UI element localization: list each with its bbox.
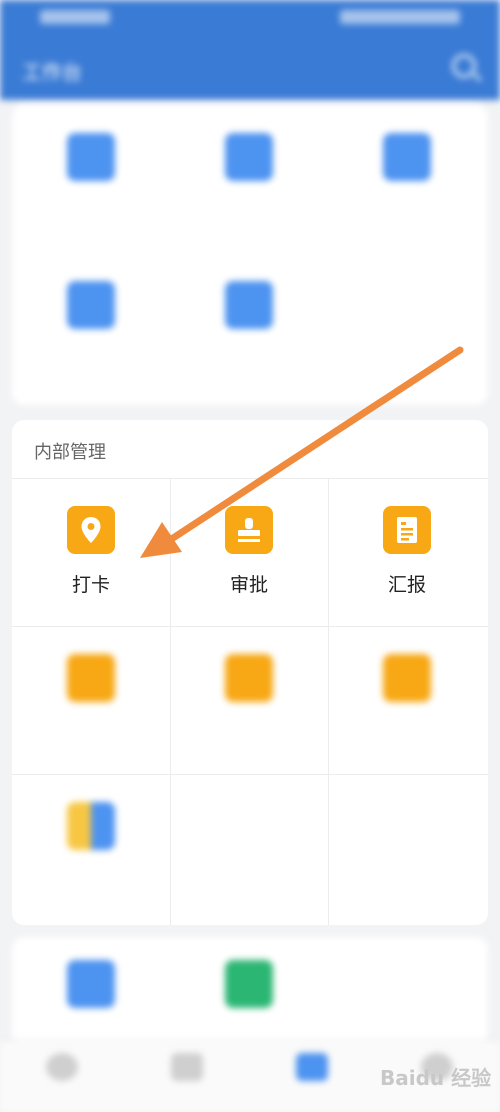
app-label: 打卡 — [71, 574, 110, 596]
app-tile[interactable] — [12, 626, 170, 774]
nav-item-contacts[interactable] — [125, 1041, 250, 1112]
report-document-icon-glyph — [397, 517, 417, 543]
document-icon — [67, 960, 115, 1008]
search-icon[interactable] — [452, 54, 476, 78]
info-icon — [225, 960, 273, 1008]
app-tile[interactable] — [328, 626, 486, 774]
app-tile[interactable] — [328, 105, 486, 253]
nav-item-workbench[interactable] — [250, 1041, 375, 1112]
mail-icon — [67, 133, 115, 181]
workbench-icon — [296, 1053, 328, 1081]
report-document-icon — [383, 506, 431, 554]
apps-card-bottom — [12, 937, 488, 1047]
app-tile[interactable] — [12, 937, 170, 1047]
page-title: 工作台 — [22, 60, 82, 84]
baidu-watermark: Baidu 经验 — [380, 1066, 492, 1090]
app-tile[interactable] — [170, 105, 328, 253]
clock-icon — [225, 133, 273, 181]
phone-icon — [225, 281, 273, 329]
location-pin-icon — [67, 506, 115, 554]
bag-icon — [383, 133, 431, 181]
apps-grid-icon — [67, 802, 115, 850]
network-icon — [383, 654, 431, 702]
internal-management-card: 内部管理 打卡 审批 汇报 — [12, 420, 488, 925]
megaphone-icon — [67, 654, 115, 702]
internal-row-1: 打卡 审批 汇报 — [12, 478, 488, 626]
app-tile[interactable] — [12, 105, 170, 253]
stamp-icon — [225, 506, 273, 554]
stamp-icon-glyph — [238, 518, 260, 542]
envelope-icon — [67, 281, 115, 329]
app-tile-report[interactable]: 汇报 — [328, 478, 486, 626]
nav-item-messages[interactable] — [0, 1041, 125, 1112]
internal-rows-blurred — [12, 626, 488, 925]
status-bar-right — [340, 10, 460, 24]
app-tile[interactable] — [12, 253, 170, 401]
app-tile[interactable] — [170, 253, 328, 401]
app-tile-clock-in[interactable]: 打卡 — [12, 478, 170, 626]
location-pin-icon-glyph — [81, 517, 101, 543]
section-title: 内部管理 — [34, 442, 106, 463]
contacts-icon — [171, 1053, 203, 1081]
chat-bubble-icon — [46, 1053, 78, 1081]
app-tile[interactable] — [170, 937, 328, 1047]
apps-card-top — [12, 105, 488, 405]
app-label: 汇报 — [387, 574, 426, 596]
app-tile[interactable] — [170, 626, 328, 774]
status-bar-left — [40, 10, 110, 24]
app-tile[interactable] — [12, 774, 170, 922]
app-label: 审批 — [229, 574, 268, 596]
app-tile-approval[interactable]: 审批 — [170, 478, 328, 626]
status-bar — [0, 0, 500, 38]
app-header: 工作台 — [0, 0, 500, 100]
clipboard-icon — [225, 654, 273, 702]
